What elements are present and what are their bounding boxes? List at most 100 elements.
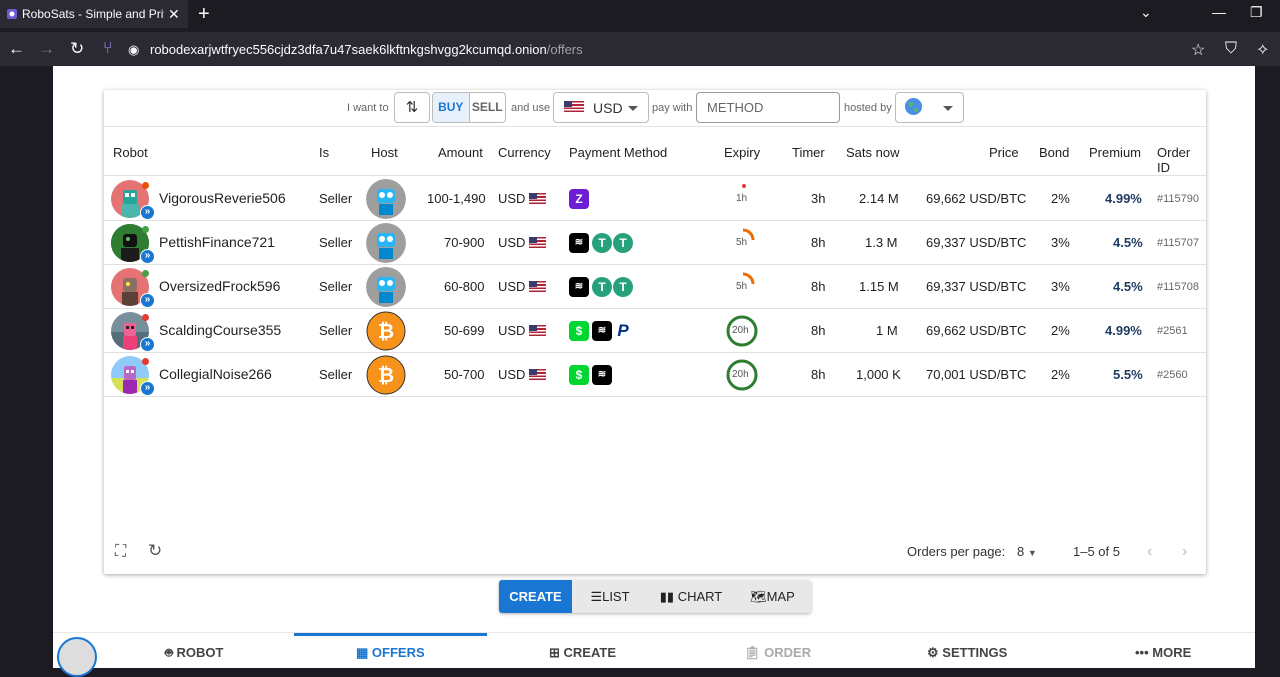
pay-with-label: pay with	[652, 102, 693, 114]
swap-icon[interactable]: ⇅	[394, 92, 430, 123]
order-side: Seller	[319, 367, 353, 382]
svg-text:₿: ₿	[378, 363, 394, 387]
list-view-button[interactable]: ☰LIST	[572, 580, 648, 613]
orders-per-page-select[interactable]: 8 ▼	[1017, 544, 1037, 559]
order-price: 69,337 USD/BTC	[926, 235, 1027, 250]
bookmark-star-icon[interactable]: ☆	[1191, 40, 1205, 60]
payment-method-input[interactable]: METHOD	[696, 92, 840, 123]
order-sats-now: 1 M	[876, 323, 898, 338]
table-row[interactable]: » CollegialNoise266 Seller ₿ 50-700 USD …	[104, 353, 1206, 397]
nav-order[interactable]: 📋︎ ORDER	[744, 645, 811, 661]
col-amount[interactable]: Amount	[438, 145, 483, 160]
order-bond: 2%	[1051, 367, 1070, 382]
forward-icon[interactable]: →	[38, 39, 55, 59]
robot-name[interactable]: ScaldingCourse355	[159, 322, 281, 338]
nav-settings[interactable]: ⚙ SETTINGS	[927, 645, 1007, 661]
user-avatar[interactable]	[57, 637, 97, 677]
col-price[interactable]: Price	[989, 145, 1019, 160]
coordinator-robot-icon[interactable]	[366, 267, 406, 307]
robot-icon: 🤖︎	[165, 645, 173, 660]
buy-sell-toggle: BUY SELL	[432, 92, 506, 123]
strike-icon: ≋	[592, 365, 612, 385]
bitcoin-coordinator-icon[interactable]: ₿	[366, 311, 406, 351]
col-order-id[interactable]: Order ID	[1157, 145, 1206, 175]
col-payment-method[interactable]: Payment Method	[569, 145, 667, 160]
map-icon: 🗺︎	[750, 589, 767, 604]
tether-icon: T	[592, 233, 612, 253]
and-use-label: and use	[511, 102, 551, 114]
back-icon[interactable]: ←	[8, 39, 25, 59]
shield-icon[interactable]: ⛉	[1225, 40, 1237, 58]
order-currency: USD	[498, 235, 547, 250]
chart-view-button[interactable]: ▮▮ CHART	[648, 580, 734, 613]
currency-select[interactable]: USD	[553, 92, 649, 123]
order-timer: 8h	[811, 367, 826, 382]
map-view-button[interactable]: 🗺︎MAP	[734, 580, 811, 613]
next-page-icon[interactable]: ›	[1182, 543, 1187, 561]
clipboard-icon: 📋︎	[744, 645, 761, 660]
browser-navbar: ← → ↻ ⑂ ◉ robodexarjwtfryec556cjdz3dfa7u…	[0, 32, 1280, 66]
col-currency[interactable]: Currency	[498, 145, 551, 160]
buy-button[interactable]: BUY	[433, 93, 470, 122]
nav-more[interactable]: ••• MORE	[1135, 645, 1191, 660]
col-sats-now[interactable]: Sats now	[846, 145, 899, 160]
col-premium[interactable]: Premium	[1089, 145, 1141, 160]
order-currency-text: USD	[498, 323, 526, 338]
us-flag-icon	[529, 281, 547, 292]
coordinator-robot-icon[interactable]	[366, 223, 406, 263]
table-row[interactable]: » PettishFinance721 Seller 70-900 USD ≋ …	[104, 221, 1206, 265]
order-expiry: 20h	[732, 369, 749, 380]
url-path: /offers	[546, 42, 583, 57]
col-robot[interactable]: Robot	[113, 145, 148, 160]
robot-name[interactable]: OversizedFrock596	[159, 278, 280, 294]
order-premium: 4.99%	[1105, 191, 1142, 206]
order-price: 69,337 USD/BTC	[926, 279, 1027, 294]
sell-button[interactable]: SELL	[470, 93, 506, 122]
create-order-button[interactable]: CREATE	[499, 580, 572, 613]
col-host[interactable]: Host	[371, 145, 398, 160]
tab-list-chevron-icon[interactable]: ⌄	[1140, 4, 1152, 21]
col-bond[interactable]: Bond	[1039, 145, 1069, 160]
host-select[interactable]	[895, 92, 964, 123]
table-row[interactable]: » ScaldingCourse355 Seller ₿ 50-699 USD …	[104, 309, 1206, 353]
order-price: 69,662 USD/BTC	[926, 323, 1027, 338]
restore-icon[interactable]: ❐	[1250, 4, 1263, 21]
nav-offers[interactable]: ▦ OFFERS	[356, 645, 425, 661]
browser-tab[interactable]: RoboSats - Simple and Private ✕	[0, 0, 188, 28]
tab-title: RoboSats - Simple and Private	[22, 7, 164, 21]
minimize-icon[interactable]: —	[1212, 4, 1226, 20]
onion-routing-icon[interactable]: ⑂	[103, 40, 113, 58]
order-amount: 50-699	[444, 323, 485, 338]
new-tab-icon[interactable]: +	[198, 3, 210, 26]
robot-name[interactable]: VigorousReverie506	[159, 190, 286, 206]
table-row[interactable]: » VigorousReverie506 Seller 100-1,490 US…	[104, 177, 1206, 221]
chart-view-label: CHART	[677, 589, 723, 604]
robot-name[interactable]: CollegialNoise266	[159, 366, 272, 382]
order-sats-now: 2.14 M	[859, 191, 899, 206]
col-expiry[interactable]: Expiry	[724, 145, 760, 160]
coordinator-robot-icon[interactable]	[366, 179, 406, 219]
refresh-icon[interactable]: ↻	[148, 541, 162, 561]
add-box-icon: ⊞	[549, 645, 560, 660]
robot-name[interactable]: PettishFinance721	[159, 234, 275, 250]
col-is[interactable]: Is	[319, 145, 329, 160]
col-timer[interactable]: Timer	[792, 145, 825, 160]
fullscreen-icon[interactable]: ⛶	[115, 543, 126, 561]
security-wand-icon[interactable]: ✧	[1256, 40, 1269, 60]
robosats-page: I want to ⇅ BUY SELL and use USD pay wit…	[53, 66, 1255, 677]
strike-icon: ≋	[569, 233, 589, 253]
nav-create[interactable]: ⊞ CREATE	[549, 645, 616, 661]
map-view-label: MAP	[766, 589, 795, 604]
previous-page-icon[interactable]: ‹	[1147, 543, 1152, 561]
nav-more-label: MORE	[1152, 645, 1192, 660]
table-row[interactable]: » OversizedFrock596 Seller 60-800 USD ≋ …	[104, 265, 1206, 309]
currency-select-value: USD	[593, 99, 623, 116]
url-bar[interactable]: robodexarjwtfryec556cjdz3dfa7u47saek6lkf…	[150, 42, 583, 57]
nav-robot[interactable]: 🤖︎ ROBOT	[165, 645, 223, 663]
close-tab-icon[interactable]: ✕	[168, 6, 180, 23]
reload-icon[interactable]: ↻	[70, 39, 84, 59]
bitcoin-coordinator-icon[interactable]: ₿	[366, 355, 406, 395]
status-dot	[142, 182, 149, 189]
bottom-navigation: 🤖︎ ROBOT ▦ OFFERS ⊞ CREATE 📋︎ ORDER ⚙ SE…	[53, 632, 1255, 677]
site-info-icon[interactable]: ◉	[128, 42, 139, 58]
